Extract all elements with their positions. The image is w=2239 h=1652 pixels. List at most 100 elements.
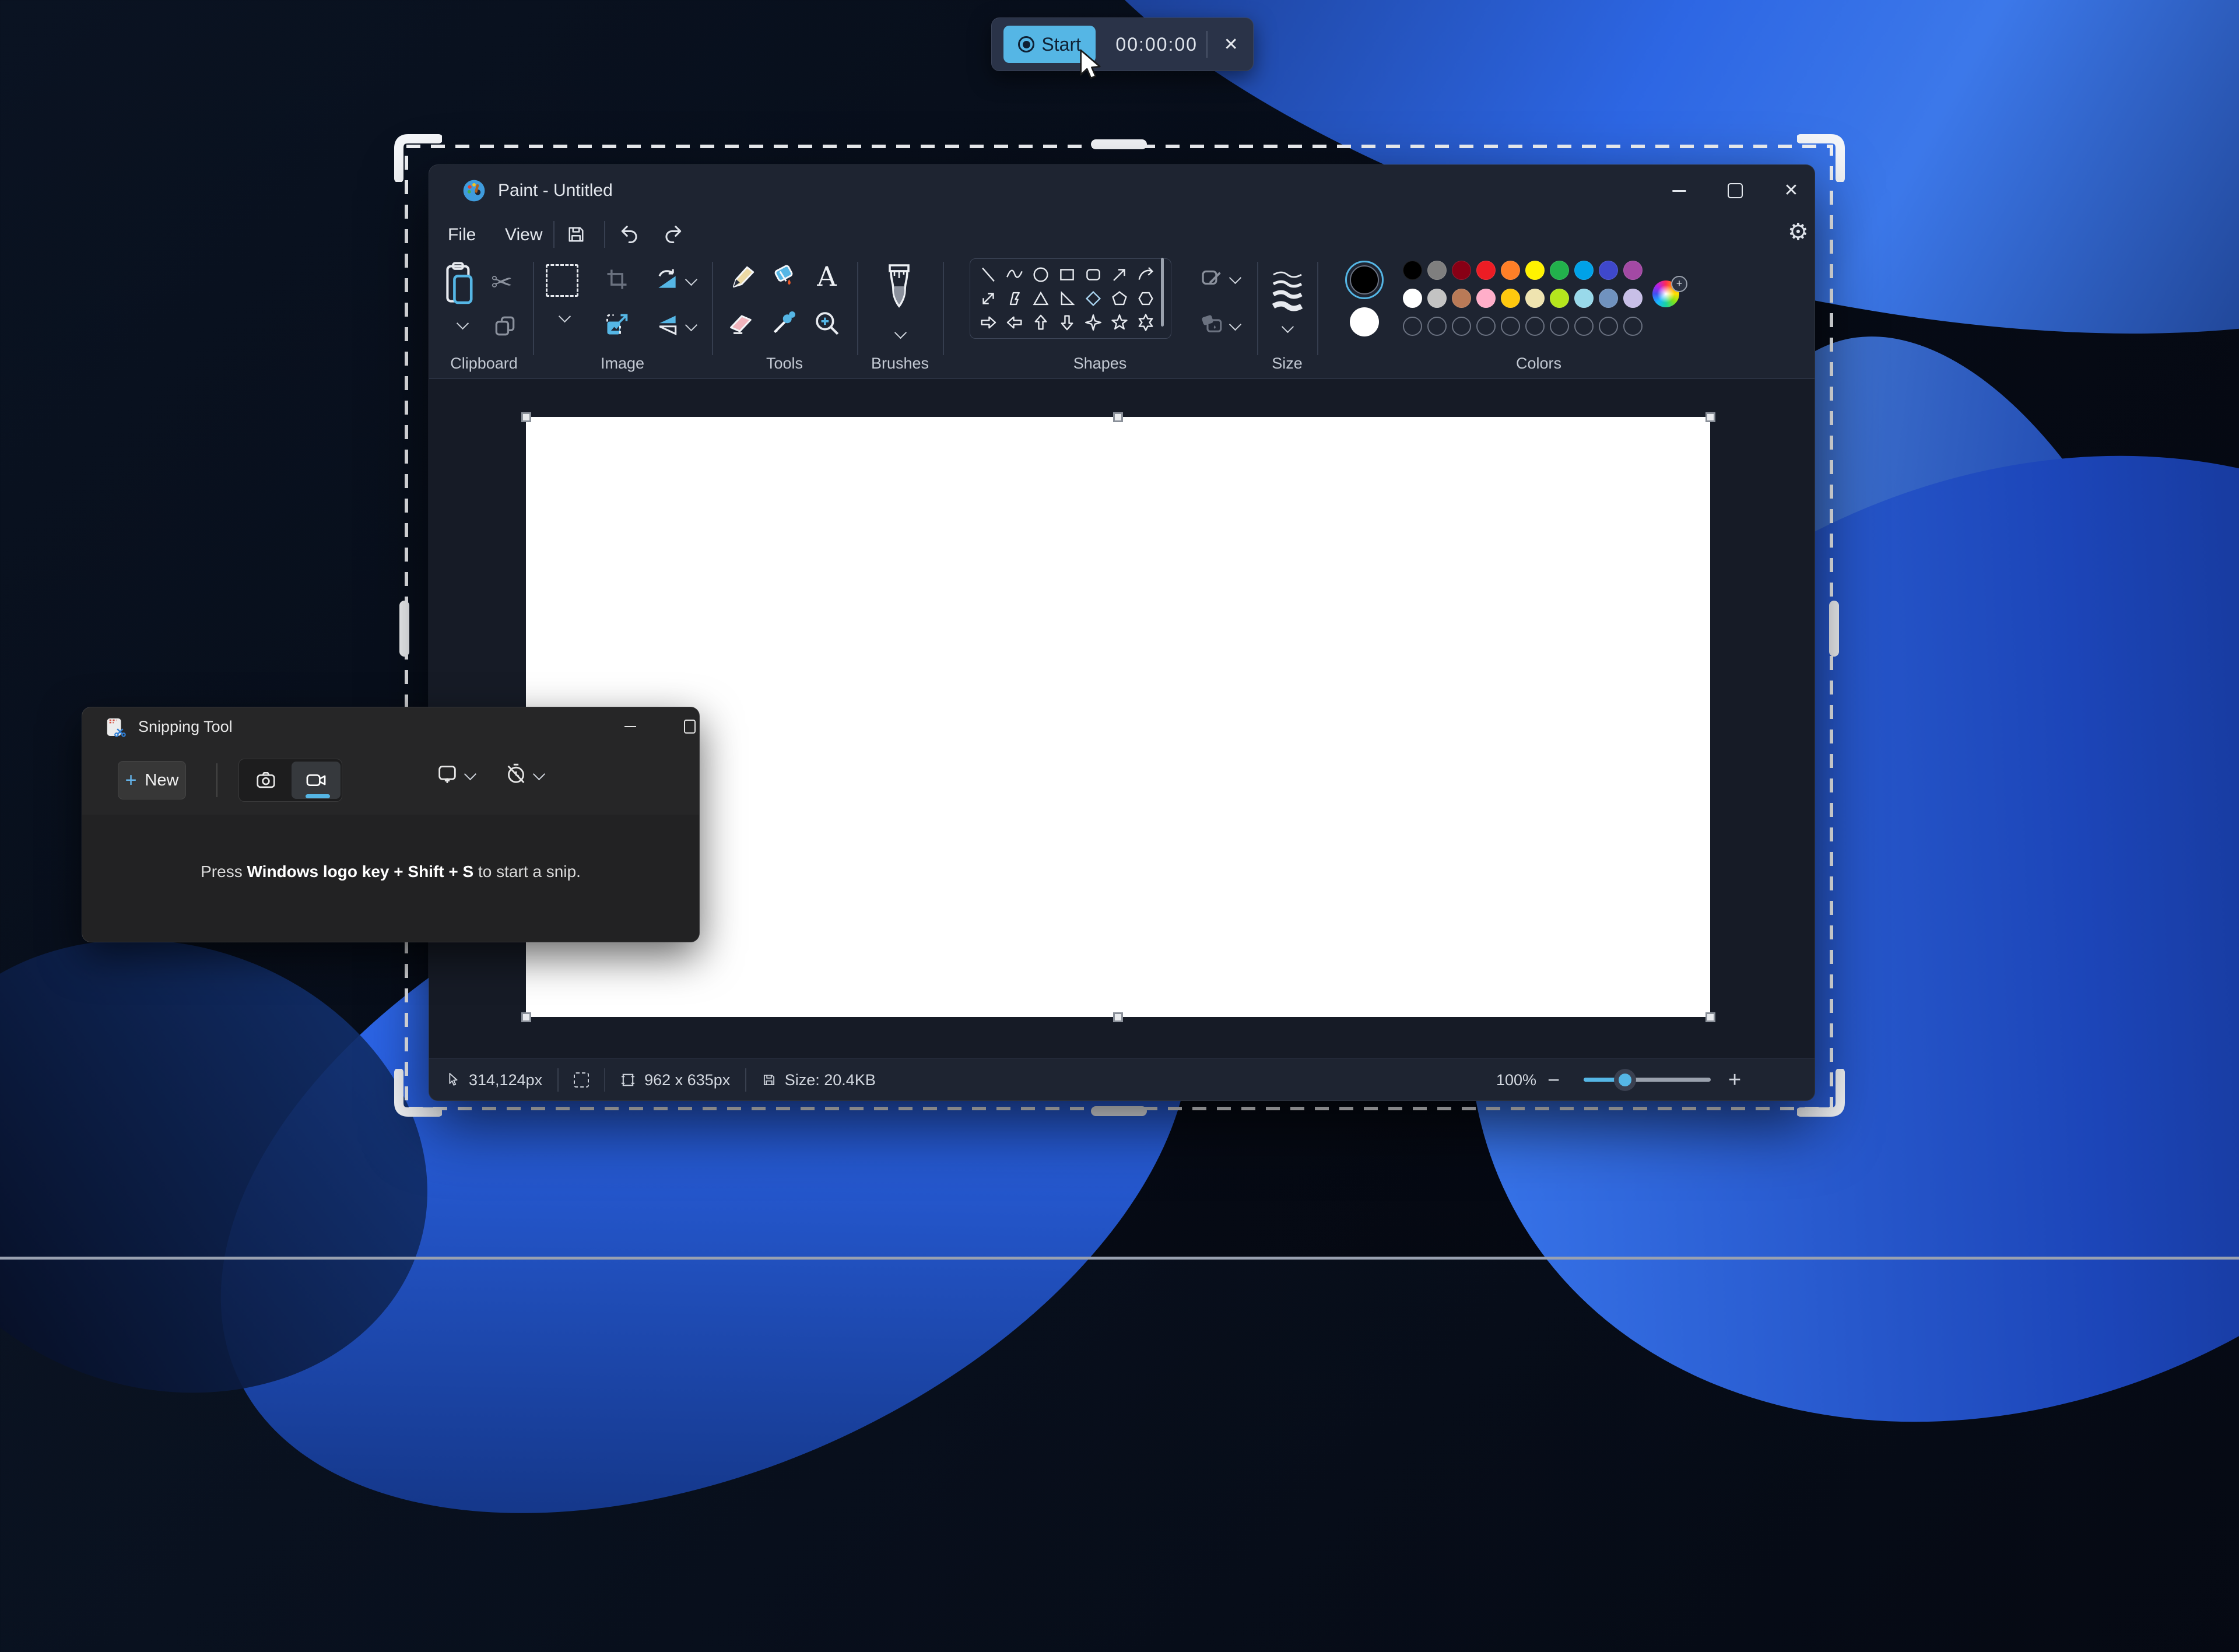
color-swatch[interactable] [1501, 261, 1520, 280]
color-swatch[interactable] [1525, 289, 1545, 308]
paste-dropdown-chevron[interactable] [456, 317, 468, 329]
screenshot-mode-button[interactable] [241, 762, 290, 799]
color-swatch[interactable] [1550, 289, 1569, 308]
recording-region-bottom-handle[interactable] [1091, 1106, 1147, 1116]
size-dropdown-chevron[interactable] [1281, 321, 1293, 333]
color-swatch[interactable] [1599, 261, 1618, 280]
rotate-button[interactable] [654, 266, 696, 292]
shape-fill-button[interactable] [1199, 312, 1240, 336]
color-swatch[interactable] [1427, 289, 1447, 308]
shape-outline-chevron[interactable] [1229, 271, 1241, 283]
cancel-recording-button[interactable]: ✕ [1220, 34, 1241, 55]
color-swatch[interactable] [1550, 261, 1569, 280]
canvas-resize-handle-s[interactable] [1113, 1012, 1123, 1022]
snipping-titlebar[interactable]: Snipping Tool ✕ [82, 707, 699, 746]
empty-color-slot[interactable] [1403, 317, 1422, 336]
magnifier-tool[interactable] [812, 308, 841, 338]
color-swatch[interactable] [1599, 289, 1618, 308]
zoom-in-button[interactable]: + [1728, 1068, 1741, 1093]
canvas-resize-handle-sw[interactable] [521, 1012, 531, 1022]
save-button[interactable] [561, 221, 591, 248]
canvas-resize-handle-n[interactable] [1113, 412, 1123, 422]
color-swatch[interactable] [1452, 261, 1471, 280]
empty-color-slot[interactable] [1550, 317, 1569, 336]
eyedropper-tool[interactable] [769, 308, 798, 338]
shape-oval-icon[interactable] [1027, 262, 1054, 286]
menu-view[interactable]: View [497, 222, 550, 248]
shape-four-point-star-icon[interactable] [1080, 311, 1107, 335]
empty-color-slot[interactable] [1501, 317, 1520, 336]
crop-button[interactable] [604, 266, 630, 292]
shape-rectangle-icon[interactable] [1054, 262, 1080, 286]
shape-two-way-arrow-icon[interactable] [975, 286, 1001, 310]
snip-mode-dropdown[interactable] [436, 762, 475, 785]
copy-button[interactable] [492, 313, 518, 339]
canvas-resize-handle-ne[interactable] [1705, 412, 1715, 422]
empty-color-slot[interactable] [1599, 317, 1618, 336]
empty-color-slot[interactable] [1525, 317, 1545, 336]
settings-button[interactable]: ⚙ [1788, 219, 1809, 245]
cut-button[interactable]: ✂ [491, 268, 513, 297]
color-swatch[interactable] [1452, 289, 1471, 308]
shape-arrow-down-icon[interactable] [1054, 311, 1080, 335]
recording-region-right-handle[interactable] [1829, 601, 1839, 657]
shape-triangle-icon[interactable] [1027, 286, 1054, 310]
shape-right-triangle-icon[interactable] [1054, 286, 1080, 310]
undo-button[interactable] [615, 221, 645, 248]
brushes-button[interactable] [886, 262, 914, 340]
snipping-minimize-button[interactable] [614, 713, 647, 740]
flip-button[interactable] [654, 312, 696, 338]
paint-titlebar[interactable]: Paint - Untitled ✕ [429, 165, 1815, 215]
shape-curve-icon[interactable] [1001, 262, 1027, 286]
eraser-tool[interactable] [726, 308, 756, 339]
shape-five-point-star-icon[interactable] [1107, 311, 1133, 335]
shape-line-icon[interactable] [975, 262, 1001, 286]
color-swatch[interactable] [1623, 261, 1643, 280]
paste-button[interactable] [443, 261, 482, 348]
minimize-button[interactable] [1661, 177, 1698, 205]
color-swatch[interactable] [1501, 289, 1520, 308]
text-tool[interactable]: A [812, 262, 841, 292]
size-button[interactable] [1270, 268, 1305, 334]
zoom-slider[interactable] [1584, 1078, 1711, 1082]
shape-polygon-icon[interactable] [1001, 286, 1027, 310]
color-swatch[interactable] [1574, 289, 1594, 308]
close-button[interactable]: ✕ [1773, 177, 1810, 205]
recording-region-left-handle[interactable] [399, 601, 409, 657]
select-dropdown-chevron[interactable] [558, 310, 570, 322]
color-swatch[interactable] [1476, 289, 1496, 308]
shape-curved-arrow-icon[interactable] [1133, 262, 1159, 286]
fill-tool[interactable] [769, 263, 798, 292]
flip-dropdown-chevron[interactable] [685, 318, 697, 331]
record-mode-button[interactable] [292, 762, 341, 799]
zoom-slider-thumb[interactable] [1614, 1069, 1636, 1091]
color-swatch[interactable] [1403, 261, 1422, 280]
recording-region-top-handle[interactable] [1091, 139, 1147, 149]
zoom-out-button[interactable]: − [1547, 1068, 1560, 1092]
menu-file[interactable]: File [440, 222, 484, 248]
empty-color-slot[interactable] [1574, 317, 1594, 336]
empty-color-slot[interactable] [1452, 317, 1471, 336]
canvas-resize-handle-nw[interactable] [521, 412, 531, 422]
new-snip-button[interactable]: + New [118, 761, 186, 799]
empty-color-slot[interactable] [1427, 317, 1447, 336]
color-swatch[interactable] [1574, 261, 1594, 280]
shape-arrow-up-right-icon[interactable] [1107, 262, 1133, 286]
resize-button[interactable] [604, 312, 630, 338]
paint-canvas[interactable] [526, 417, 1710, 1017]
color-swatch[interactable] [1525, 261, 1545, 280]
rotate-dropdown-chevron[interactable] [685, 273, 697, 285]
delay-dropdown[interactable] [504, 762, 543, 785]
empty-color-slot[interactable] [1476, 317, 1496, 336]
maximize-button[interactable] [1717, 177, 1754, 205]
shapes-scrollbar[interactable] [1161, 258, 1164, 327]
select-button[interactable] [546, 264, 583, 324]
redo-button[interactable] [658, 221, 688, 248]
snipping-maximize-button[interactable] [673, 713, 700, 740]
color-swatch[interactable] [1427, 261, 1447, 280]
shape-pentagon-icon[interactable] [1107, 286, 1133, 310]
pencil-tool[interactable] [728, 263, 757, 292]
shape-arrow-up-icon[interactable] [1027, 311, 1054, 335]
brushes-dropdown-chevron[interactable] [894, 327, 906, 339]
shape-outline-button[interactable] [1199, 265, 1240, 290]
